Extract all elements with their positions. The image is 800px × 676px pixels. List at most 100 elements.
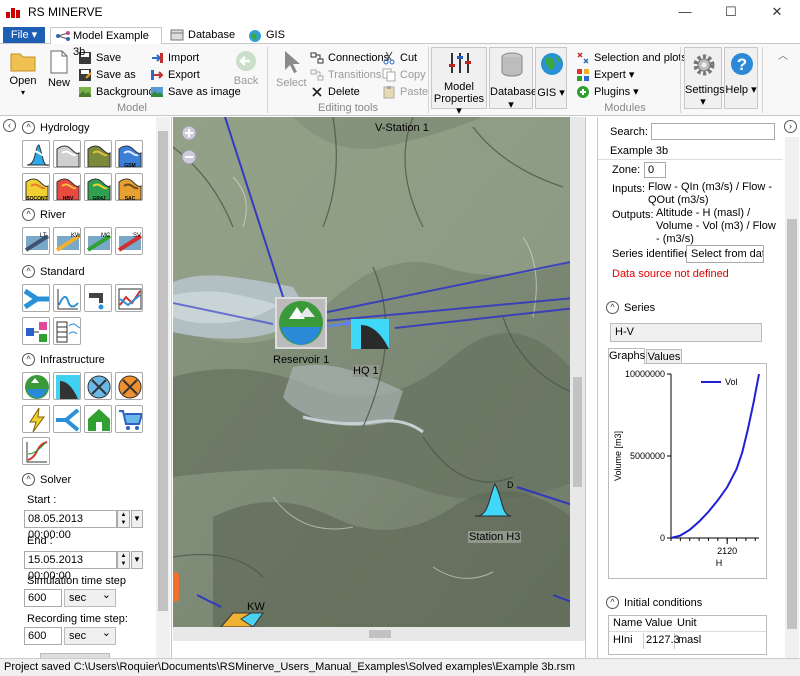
delete-button[interactable]: Delete bbox=[310, 84, 360, 100]
standard-section-header[interactable]: ^ Standard bbox=[22, 264, 85, 280]
hydrology-tool-socont[interactable]: SOCONT bbox=[22, 173, 50, 201]
infrastructure-section-header[interactable]: ^ Infrastructure bbox=[22, 352, 105, 368]
open-button[interactable]: Open ▾ bbox=[6, 50, 40, 99]
river-section-header[interactable]: ^ River bbox=[22, 207, 66, 223]
table-row[interactable]: HIni 2127.3 masl bbox=[609, 633, 766, 650]
hydrology-tool-hbv[interactable]: HBV bbox=[53, 173, 81, 201]
river-sv-tool[interactable]: SV bbox=[115, 227, 143, 255]
end-spin-icon[interactable]: ▲ ▼ bbox=[117, 551, 130, 569]
cut-button[interactable]: Cut bbox=[382, 50, 417, 66]
copy-button[interactable]: Copy bbox=[382, 67, 426, 83]
source-tool[interactable] bbox=[84, 284, 112, 312]
hydropower-tool[interactable] bbox=[22, 405, 50, 433]
river-kw-tool[interactable]: KW bbox=[53, 227, 81, 255]
map-hscroll-thumb[interactable] bbox=[369, 630, 391, 638]
collapse-icon: ^ bbox=[606, 596, 619, 609]
map-horizontal-scrollbar[interactable] bbox=[173, 627, 585, 641]
save-as-image-button[interactable]: Save as image bbox=[150, 84, 241, 100]
hydrology-tool-sac[interactable]: SAC bbox=[115, 173, 143, 201]
hydrology-tool-glacier[interactable] bbox=[84, 140, 112, 168]
save-as-button[interactable]: Save as bbox=[78, 67, 136, 83]
paste-button[interactable]: Paste bbox=[382, 84, 428, 100]
import-button[interactable]: Import bbox=[150, 50, 199, 66]
panel-collapse-right-icon[interactable]: › bbox=[784, 120, 797, 133]
hydrology-tool-station[interactable] bbox=[22, 140, 50, 168]
consumer-tool[interactable] bbox=[22, 317, 50, 345]
hydrology-tool-snow[interactable] bbox=[53, 140, 81, 168]
start-date-field[interactable]: 08.05.2013 00:00:00 bbox=[24, 510, 117, 541]
pump-tool[interactable] bbox=[115, 372, 143, 400]
tab-database[interactable]: Database bbox=[166, 27, 242, 44]
back-button[interactable]: Back bbox=[232, 50, 260, 87]
tab-values[interactable]: Values bbox=[646, 349, 682, 364]
hq-node[interactable] bbox=[351, 319, 389, 349]
model-properties-button[interactable]: Model Properties ▾ bbox=[431, 47, 487, 117]
reservoir-tool[interactable] bbox=[22, 372, 50, 400]
settings-button[interactable]: Settings ▾ bbox=[684, 47, 725, 109]
plugins-button[interactable]: Plugins ▾ bbox=[576, 84, 639, 100]
connections-button[interactable]: Connections bbox=[310, 50, 389, 66]
map-vscroll-thumb[interactable] bbox=[573, 377, 582, 487]
maximize-button[interactable]: ☐ bbox=[708, 0, 754, 24]
hydrology-section-header[interactable]: ^ Hydrology bbox=[22, 120, 90, 136]
database-button[interactable]: Database ▾ bbox=[489, 47, 537, 111]
rec-step-unit-select[interactable]: sec bbox=[64, 625, 116, 645]
background-button[interactable]: Background bbox=[78, 84, 155, 100]
minimize-button[interactable]: — bbox=[662, 0, 708, 24]
partial-node-left[interactable] bbox=[173, 572, 179, 602]
selection-plots-button[interactable]: Selection and plots bbox=[576, 50, 687, 66]
zone-input[interactable]: 0 bbox=[644, 162, 666, 178]
export-button[interactable]: Export bbox=[150, 67, 200, 83]
solver-section-header[interactable]: ^ Solver bbox=[22, 472, 71, 488]
right-scrollbar[interactable] bbox=[785, 137, 799, 658]
rec-step-input[interactable]: 600 bbox=[24, 627, 62, 645]
search-input[interactable] bbox=[651, 123, 775, 140]
cart-tool[interactable] bbox=[115, 405, 143, 433]
initial-conditions-header[interactable]: ^ Initial conditions bbox=[606, 595, 702, 611]
series-identifier-select[interactable]: Select from datal bbox=[686, 245, 764, 263]
hq-tool[interactable] bbox=[53, 372, 81, 400]
zoom-controls[interactable] bbox=[181, 125, 197, 165]
ribbon-collapse-icon[interactable]: ︿ bbox=[778, 47, 788, 62]
consumer-house-tool[interactable] bbox=[84, 405, 112, 433]
start-spin-icon[interactable]: ▲ ▼ bbox=[117, 510, 130, 528]
left-scroll-thumb[interactable] bbox=[158, 131, 168, 611]
tab-graphs[interactable]: Graphs bbox=[608, 348, 645, 364]
panel-collapse-left-icon[interactable]: ‹ bbox=[3, 119, 16, 132]
right-scroll-thumb[interactable] bbox=[787, 219, 797, 629]
curve-tool[interactable] bbox=[22, 437, 50, 465]
tab-model[interactable]: Model Example 3b bbox=[50, 27, 162, 58]
sim-step-unit-select[interactable]: sec bbox=[64, 587, 116, 607]
series-section-header[interactable]: ^ Series bbox=[606, 300, 655, 316]
model-map-canvas[interactable]: V-Station 1 Reservoir 1 HQ 1 D Station H… bbox=[173, 117, 585, 641]
river-lt-tool[interactable]: LT bbox=[22, 227, 50, 255]
select-button[interactable]: Select bbox=[276, 50, 307, 89]
start-calendar-dropdown-icon[interactable]: ▼ bbox=[131, 510, 143, 528]
diversion-tool[interactable] bbox=[53, 405, 81, 433]
help-button[interactable]: ? Help ▾ bbox=[724, 47, 758, 109]
river-mc-tool[interactable]: MC bbox=[84, 227, 112, 255]
gis-button[interactable]: GIS ▾ bbox=[535, 47, 567, 109]
tab-gis[interactable]: GIS bbox=[244, 27, 294, 44]
close-button[interactable]: ✕ bbox=[754, 0, 800, 24]
file-menu-button[interactable]: File ▾ bbox=[3, 27, 45, 43]
junction-tool[interactable] bbox=[22, 284, 50, 312]
reservoir-node[interactable] bbox=[275, 297, 327, 349]
left-scrollbar[interactable] bbox=[156, 117, 170, 658]
expert-button[interactable]: Expert ▾ bbox=[576, 67, 634, 83]
hydrograph-tool[interactable] bbox=[53, 284, 81, 312]
ic-cell-value[interactable]: 2127.3 bbox=[643, 633, 680, 649]
turbine-tool[interactable] bbox=[84, 372, 112, 400]
comparator-tool[interactable] bbox=[115, 284, 143, 312]
end-calendar-dropdown-icon[interactable]: ▼ bbox=[131, 551, 143, 569]
sim-step-input[interactable]: 600 bbox=[24, 589, 62, 607]
end-date-field[interactable]: 15.05.2013 00:00:00 bbox=[24, 551, 117, 582]
hydrology-tool-gsm[interactable]: GSM bbox=[115, 140, 143, 168]
new-button[interactable]: New bbox=[44, 50, 74, 89]
map-vertical-scrollbar[interactable] bbox=[570, 117, 585, 627]
transitions-button[interactable]: Transitions bbox=[310, 67, 381, 83]
station-h3-node[interactable]: D bbox=[473, 480, 514, 518]
series-name-field[interactable]: H-V bbox=[610, 323, 762, 342]
hydrology-tool-gr4j[interactable]: GR4J bbox=[84, 173, 112, 201]
time-series-tool[interactable] bbox=[53, 317, 81, 345]
